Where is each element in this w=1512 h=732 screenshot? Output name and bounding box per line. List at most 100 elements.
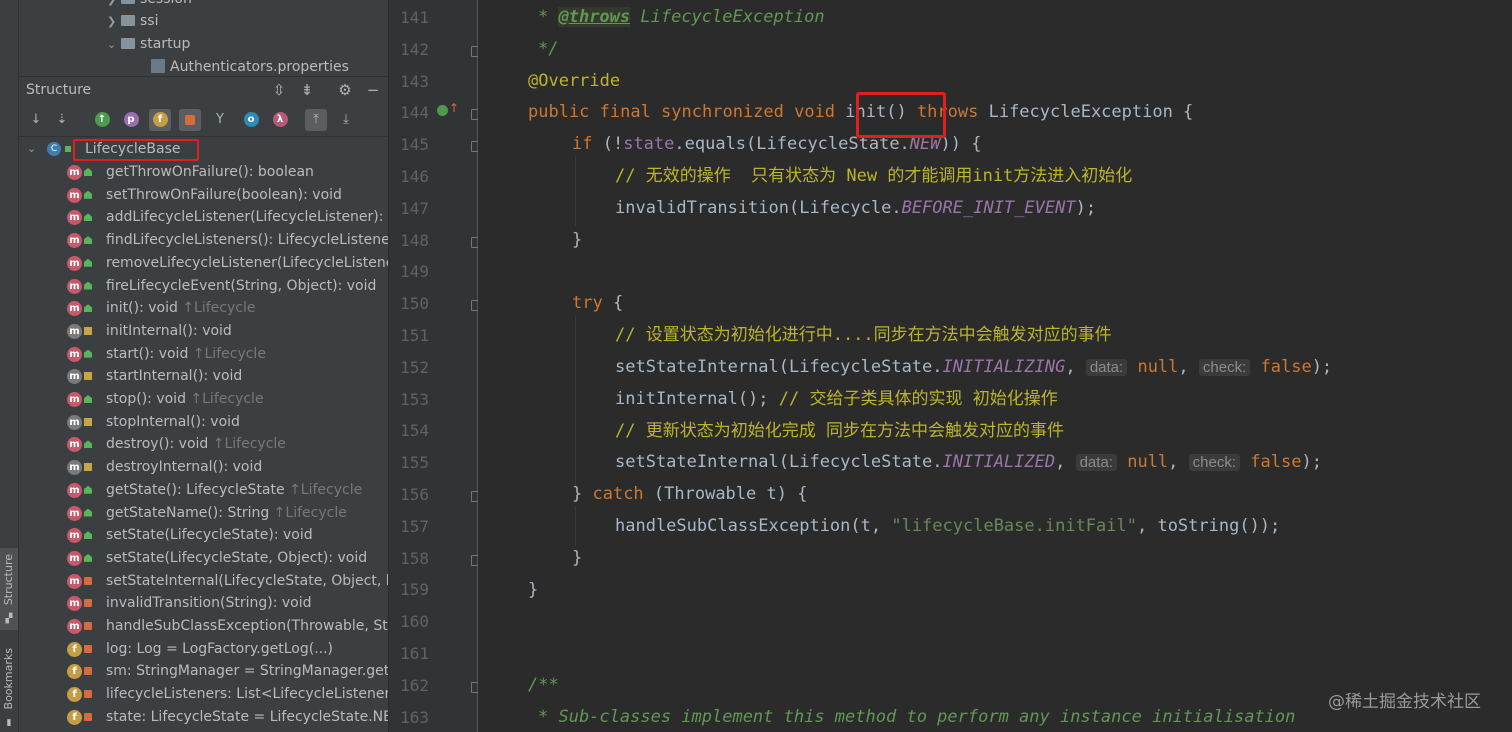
line-number: 156: [400, 485, 429, 504]
line-number: 148: [400, 230, 429, 250]
show-properties-icon[interactable]: p: [120, 109, 142, 131]
code-line: } catch (Throwable t) {: [572, 484, 808, 504]
member-signature: log: Log = LogFactory.getLog(...): [106, 640, 334, 657]
public-visibility-icon: [84, 213, 92, 222]
collapse-all-icon[interactable]: ⇟: [297, 80, 317, 100]
public-visibility-icon: [84, 395, 92, 403]
chevron-down-icon[interactable]: ⌄: [27, 138, 36, 160]
project-tree-item[interactable]: ⌄ startup: [107, 33, 190, 55]
show-anonymous-icon[interactable]: o: [240, 109, 262, 131]
member-label: invalidTransition(String): void: [106, 592, 312, 614]
bookmark-icon: ▮: [6, 718, 12, 728]
code-line: handleSubClassException(t, "lifecycleBas…: [615, 516, 1281, 536]
project-tree-item[interactable]: ❯ ssi: [107, 10, 158, 32]
method-icon: m: [67, 550, 82, 566]
member-signature: startInternal(): void: [106, 368, 243, 385]
lock-icon: [84, 644, 92, 653]
public-visibility-icon: [84, 349, 92, 358]
show-non-public-icon[interactable]: [179, 109, 201, 131]
expand-all-icon[interactable]: ⇳: [269, 80, 289, 100]
member-signature: setState(LifecycleState): void: [106, 527, 313, 544]
public-visibility-icon: [84, 258, 92, 267]
line-number: 150: [400, 294, 429, 314]
field-icon: f: [67, 641, 82, 657]
left-tool-panel: ❯session ❯ ssi ⌄ startup Authenticators.pr…: [19, 0, 406, 732]
method-icon: m: [67, 187, 82, 203]
member-label: fireLifecycleEvent(String, Object): void: [106, 275, 376, 297]
member-label: setThrowOnFailure(boolean): void: [106, 184, 342, 206]
member-signature: stopInternal(): void: [106, 413, 240, 430]
inherited-from-label: ↑Lifecycle: [273, 504, 347, 521]
method-icon: m: [67, 505, 82, 521]
method-icon: m: [67, 528, 82, 544]
show-inherited-icon[interactable]: ↑: [91, 109, 113, 131]
indent-guide: [575, 316, 576, 486]
code-line: // 无效的操作 只有状态为 New 的才能调用init方法进入初始化: [615, 166, 1133, 186]
navigate-to-source-icon[interactable]: ⤓: [335, 109, 357, 131]
member-signature: getThrowOnFailure(): boolean: [106, 164, 314, 180]
code-line: @Override: [528, 71, 621, 91]
implements-method-icon[interactable]: [437, 105, 448, 116]
show-lambdas-icon[interactable]: Y: [209, 109, 231, 131]
member-label: removeLifecycleListener(LifecycleListene…: [106, 252, 388, 274]
structure-header: Structure ⇳ ⇟ ⚙ −: [19, 76, 388, 105]
structure-tab-icon: ▞: [5, 614, 13, 624]
bookmarks-tool-tab[interactable]: Bookmarks ▮: [0, 640, 18, 732]
code-line: }: [572, 548, 583, 568]
method-icon: m: [67, 301, 82, 317]
inherited-from-label: ↑Lifecycle: [190, 391, 264, 407]
public-visibility-icon: [84, 485, 92, 494]
project-item-label: ssi: [140, 13, 159, 29]
member-signature: destroy(): void: [106, 436, 213, 453]
inherited-from-label: ↑Lifecycle: [182, 300, 256, 317]
project-tree-item[interactable]: Authenticators.properties: [151, 56, 349, 78]
code-editor[interactable]: * @throws LifecycleException */ @Overrid…: [478, 0, 1512, 732]
show-fields-icon[interactable]: f: [149, 109, 171, 131]
sort-by-visibility-icon[interactable]: ↓: [25, 109, 47, 131]
public-visibility-icon: [84, 190, 92, 199]
code-line: }: [528, 580, 539, 600]
navigate-from-source-icon[interactable]: ⤒: [305, 109, 327, 131]
field-icon: f: [67, 687, 82, 703]
code-line: * Sub-classes implement this method to p…: [538, 707, 1296, 727]
watermark: @稀土掘金技术社区: [1328, 692, 1481, 712]
member-signature: initInternal(): void: [106, 322, 232, 339]
member-label: initInternal(): void: [106, 320, 232, 342]
sort-alphabetically-icon[interactable]: ⇣: [51, 109, 73, 131]
chevron-right-icon[interactable]: ❯: [107, 11, 121, 33]
indent-guide: [575, 156, 576, 226]
member-label: lifecycleListeners: List<LifecycleListen…: [106, 683, 388, 705]
member-signature: getState(): LifecycleState: [106, 481, 290, 498]
member-label: setState(LifecycleState): void: [106, 524, 313, 546]
project-tree-item[interactable]: ❯session: [107, 0, 192, 10]
member-signature: handleSubClassException(Throwable, Strin: [106, 618, 388, 634]
chevron-down-icon[interactable]: ⌄: [107, 34, 121, 56]
line-number: 143: [400, 71, 429, 91]
member-signature: invalidTransition(String): void: [106, 595, 312, 612]
code-line: invalidTransition(Lifecycle.BEFORE_INIT_…: [615, 198, 1097, 218]
code-line: }: [572, 230, 583, 250]
member-signature: sm: StringManager = StringManager.getM: [106, 663, 388, 680]
line-number: 146: [400, 167, 429, 186]
hide-panel-icon[interactable]: −: [363, 80, 383, 100]
gear-icon[interactable]: ⚙: [335, 80, 355, 100]
key-icon: [84, 417, 92, 426]
public-visibility-icon: [84, 281, 92, 290]
member-label: stopInternal(): void: [106, 411, 240, 433]
member-label: setState(LifecycleState, Object): void: [106, 547, 367, 569]
inherited-from-label: ↑Lifecycle: [192, 345, 266, 362]
folder-icon: [121, 0, 135, 4]
public-visibility-icon: [84, 440, 92, 449]
line-number: 162: [400, 675, 429, 695]
member-label: getThrowOnFailure(): boolean: [106, 161, 314, 183]
method-icon: m: [67, 369, 82, 385]
structure-tree: ⌄ C LifecycleBase m getThrowOnFailure(): …: [19, 138, 388, 732]
method-icon: m: [67, 573, 82, 589]
param-hint: check:: [1198, 359, 1251, 376]
lock-icon: [84, 622, 92, 630]
structure-tool-tab[interactable]: Structure ▞: [0, 548, 18, 630]
override-arrow-icon[interactable]: ↑: [449, 101, 459, 115]
line-number: 152: [400, 357, 429, 377]
member-label: destroyInternal(): void: [106, 456, 262, 478]
show-lambda-icon[interactable]: λ: [269, 109, 291, 131]
